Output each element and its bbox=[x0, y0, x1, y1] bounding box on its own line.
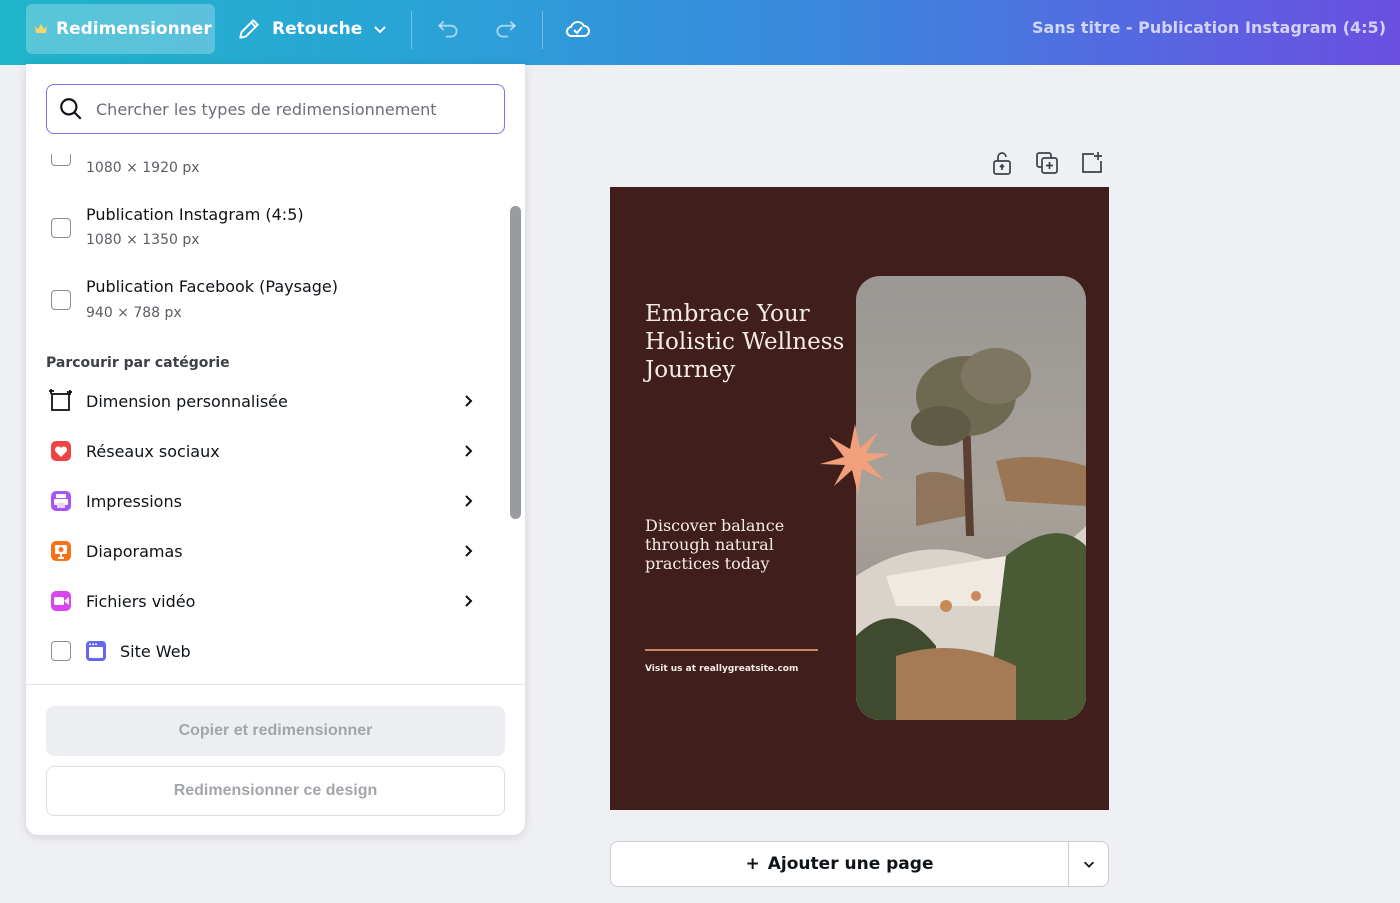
printer-icon bbox=[48, 488, 74, 514]
chevron-right-icon bbox=[465, 445, 473, 457]
retouch-label: Retouche bbox=[272, 19, 363, 39]
resize-search-box[interactable] bbox=[46, 84, 505, 134]
undo-icon bbox=[437, 20, 458, 38]
chevron-right-icon bbox=[465, 495, 473, 507]
add-page-icon[interactable] bbox=[1079, 150, 1105, 176]
category-label: Dimension personnalisée bbox=[86, 391, 288, 411]
category-prints[interactable]: Impressions bbox=[26, 479, 506, 523]
design-headline[interactable]: Embrace Your Holistic Wellness Journey bbox=[645, 300, 845, 384]
cloud-save-status[interactable] bbox=[563, 14, 593, 44]
category-video-files[interactable]: Fichiers vidéo bbox=[26, 579, 506, 623]
duplicate-page-icon[interactable] bbox=[1034, 150, 1060, 176]
category-heading: Parcourir par catégorie bbox=[46, 355, 230, 371]
video-icon bbox=[48, 588, 74, 614]
cloud-check-icon bbox=[565, 21, 590, 37]
design-photo[interactable] bbox=[856, 276, 1086, 720]
category-custom-size[interactable]: Dimension personnalisée bbox=[26, 379, 506, 423]
format-title[interactable]: Publication Facebook (Paysage) bbox=[86, 277, 338, 296]
toolbar-divider bbox=[411, 11, 412, 49]
format-website[interactable]: Site Web bbox=[26, 629, 506, 673]
chevron-right-icon bbox=[465, 545, 473, 557]
format-checkbox-facebook-landscape[interactable] bbox=[51, 290, 71, 310]
design-page[interactable]: Embrace Your Holistic Wellness Journey D… bbox=[610, 187, 1109, 810]
design-website-url[interactable]: Visit us at reallygreatsite.com bbox=[645, 664, 798, 674]
browser-icon bbox=[83, 638, 109, 664]
resize-button-label: Redimensionner bbox=[56, 19, 212, 39]
resize-corners-icon bbox=[48, 388, 74, 414]
redo-button[interactable] bbox=[491, 14, 521, 44]
document-title[interactable]: Sans titre - Publication Instagram (4:5) bbox=[1032, 18, 1386, 37]
plus-icon: + bbox=[745, 854, 760, 874]
format-list: 1080 × 1920 px Publication Instagram (4:… bbox=[26, 154, 506, 684]
redo-icon bbox=[496, 20, 517, 38]
category-presentations[interactable]: Diaporamas bbox=[26, 529, 506, 573]
presentation-icon bbox=[48, 538, 74, 564]
pencil-icon bbox=[239, 19, 259, 39]
format-size: 940 × 788 px bbox=[86, 305, 182, 321]
add-page-dropdown-button[interactable] bbox=[1068, 841, 1109, 887]
crown-icon bbox=[35, 24, 47, 33]
category-label: Fichiers vidéo bbox=[86, 591, 196, 611]
landscape-photo-image bbox=[856, 276, 1086, 720]
format-checkbox-instagram-4-5[interactable] bbox=[51, 218, 71, 238]
panel-scrollbar[interactable] bbox=[510, 206, 521, 519]
format-checkbox-website[interactable] bbox=[51, 641, 71, 661]
chevron-down-icon bbox=[374, 26, 386, 34]
resize-panel: 1080 × 1920 px Publication Instagram (4:… bbox=[26, 64, 525, 835]
starburst-decoration-icon[interactable] bbox=[820, 424, 890, 494]
resize-button[interactable]: Redimensionner bbox=[26, 4, 215, 54]
chevron-right-icon bbox=[465, 395, 473, 407]
heart-icon bbox=[48, 438, 74, 464]
add-page-button[interactable]: + Ajouter une page bbox=[610, 841, 1069, 887]
format-title[interactable]: Publication Instagram (4:5) bbox=[86, 205, 304, 224]
chevron-right-icon bbox=[465, 595, 473, 607]
search-icon bbox=[60, 98, 82, 120]
panel-footer-divider bbox=[26, 684, 525, 685]
undo-button[interactable] bbox=[433, 14, 463, 44]
retouch-menu-button[interactable]: Retouche bbox=[236, 4, 388, 54]
add-page-label: Ajouter une page bbox=[767, 854, 934, 874]
resize-this-design-button[interactable]: Redimensionner ce design bbox=[46, 766, 505, 816]
design-subheadline[interactable]: Discover balance through natural practic… bbox=[645, 516, 805, 573]
category-social-media[interactable]: Réseaux sociaux bbox=[26, 429, 506, 473]
category-label: Diaporamas bbox=[86, 541, 183, 561]
lock-icon[interactable] bbox=[989, 150, 1015, 176]
toolbar-divider bbox=[542, 11, 543, 49]
chevron-down-icon bbox=[1083, 861, 1094, 868]
top-toolbar: Redimensionner Retouche Sans titre - Pub… bbox=[0, 0, 1400, 65]
design-divider-line[interactable] bbox=[645, 649, 818, 651]
category-label: Réseaux sociaux bbox=[86, 441, 220, 461]
resize-search-input[interactable] bbox=[96, 99, 496, 119]
category-label: Impressions bbox=[86, 491, 182, 511]
format-size: 1080 × 1920 px bbox=[86, 160, 200, 176]
format-website-label: Site Web bbox=[120, 641, 191, 661]
format-checkbox[interactable] bbox=[51, 154, 71, 166]
copy-and-resize-button[interactable]: Copier et redimensionner bbox=[46, 706, 505, 756]
format-size: 1080 × 1350 px bbox=[86, 232, 200, 248]
